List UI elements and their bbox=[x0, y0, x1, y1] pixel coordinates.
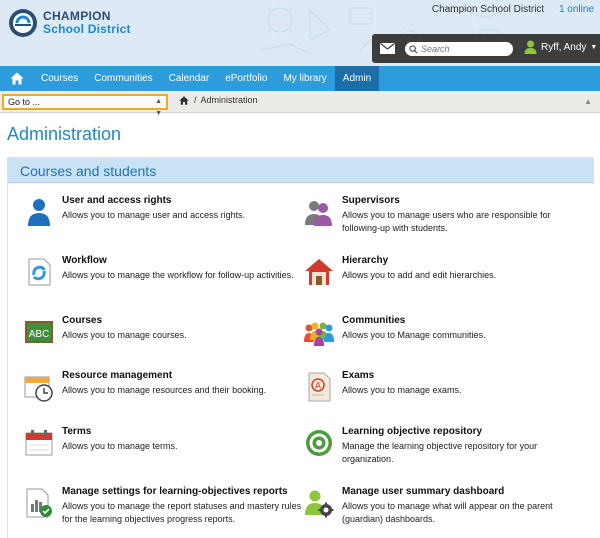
online-count-link[interactable]: 1 online bbox=[559, 4, 594, 15]
calendar-clock-icon bbox=[24, 376, 53, 402]
item-title: Resource management bbox=[62, 370, 173, 381]
exam-icon: A bbox=[308, 372, 331, 402]
top-right-info: Champion School District 1 online bbox=[432, 4, 594, 15]
item-title: Learning objective repository bbox=[342, 426, 483, 437]
item-desc: Allows you to manage exams. bbox=[342, 385, 462, 395]
user-name: Ryff, Andy bbox=[541, 41, 587, 53]
workflow-icon bbox=[28, 258, 51, 286]
house-icon bbox=[305, 259, 333, 285]
nav-my-library[interactable]: My library bbox=[275, 66, 334, 91]
user-icon bbox=[524, 40, 537, 54]
home-icon bbox=[10, 72, 23, 85]
target-icon bbox=[306, 430, 332, 456]
goto-select[interactable]: Go to ... ▲ ▼ bbox=[2, 94, 168, 117]
user-menu[interactable]: Ryff, Andy ▼ bbox=[524, 40, 597, 54]
item-title: Terms bbox=[62, 426, 92, 437]
breadcrumb: / Administration bbox=[179, 95, 258, 105]
item-title: User and access rights bbox=[62, 195, 172, 206]
item-title: Courses bbox=[62, 315, 103, 326]
section-header: Courses and students bbox=[8, 158, 594, 183]
mail-icon[interactable] bbox=[380, 43, 395, 54]
item-title: Supervisors bbox=[342, 195, 400, 206]
item-desc: Manage the learning objective repository… bbox=[342, 441, 538, 464]
item-desc: Allows you to add and edit hierarchies. bbox=[342, 270, 497, 280]
item-title: Exams bbox=[342, 370, 375, 381]
logo[interactable]: CHAMPION School District bbox=[8, 8, 131, 38]
user-settings-icon bbox=[305, 490, 334, 518]
breadcrumb-bar: Go to ... ▲ ▼ / Administration ▲ bbox=[0, 91, 600, 117]
report-chart-icon bbox=[26, 488, 52, 518]
logo-line-2: School District bbox=[43, 22, 131, 36]
calendar-icon bbox=[25, 430, 53, 456]
district-link[interactable]: Champion School District bbox=[432, 4, 544, 15]
svg-text:A: A bbox=[315, 381, 321, 391]
search-icon bbox=[409, 44, 418, 54]
goto-select-value: Go to ... bbox=[8, 97, 41, 107]
page-title: Administration bbox=[7, 124, 122, 144]
item-title: Workflow bbox=[62, 255, 107, 266]
nav-home[interactable] bbox=[0, 66, 33, 91]
main-nav: Courses Communities Calendar ePortfolio … bbox=[0, 66, 600, 91]
item-desc: Allows you to manage the report statuses… bbox=[62, 501, 302, 524]
select-arrows-icon: ▲ ▼ bbox=[155, 98, 162, 117]
section-body: User and access rights Allows you to man… bbox=[8, 184, 594, 538]
collapse-arrow-icon[interactable]: ▲ bbox=[584, 97, 592, 106]
logo-mark-icon bbox=[9, 9, 37, 37]
header: CHAMPION School District Champion School… bbox=[0, 0, 600, 66]
user-icon bbox=[28, 199, 50, 226]
supervisors-icon bbox=[305, 201, 332, 226]
section-title: Courses and students bbox=[20, 163, 157, 179]
item-desc: Allows you to manage user and access rig… bbox=[62, 210, 246, 220]
nav-admin[interactable]: Admin bbox=[334, 66, 380, 91]
community-icon bbox=[304, 322, 334, 346]
home-icon[interactable] bbox=[179, 95, 189, 105]
item-title: Manage settings for learning-objectives … bbox=[62, 486, 288, 497]
item-title: Manage user summary dashboard bbox=[342, 486, 505, 497]
item-desc: Allows you to manage resources and their… bbox=[62, 385, 267, 395]
item-desc: Allows you to manage what will appear on… bbox=[342, 501, 553, 524]
item-title: Communities bbox=[342, 315, 406, 326]
courses-and-students-section: Courses and students User and access rig… bbox=[7, 157, 594, 538]
nav-communities[interactable]: Communities bbox=[86, 66, 160, 91]
breadcrumb-separator: / bbox=[194, 95, 197, 105]
item-desc: Allows you to manage courses. bbox=[62, 330, 187, 340]
item-desc: Allows you to manage terms. bbox=[62, 441, 178, 451]
nav-courses[interactable]: Courses bbox=[33, 66, 86, 91]
item-desc: Allows you to manage the workflow for fo… bbox=[62, 270, 294, 280]
item-desc: Allows you to manage users who are respo… bbox=[342, 210, 551, 233]
item-desc: Allows you to Manage communities. bbox=[342, 330, 486, 340]
abc-board-icon: ABC bbox=[25, 321, 53, 343]
svg-text:ABC: ABC bbox=[29, 329, 50, 340]
user-bar: Ryff, Andy ▼ bbox=[372, 34, 600, 63]
nav-eportfolio[interactable]: ePortfolio bbox=[217, 66, 275, 91]
item-title: Hierarchy bbox=[342, 255, 389, 266]
nav-calendar[interactable]: Calendar bbox=[161, 66, 218, 91]
search-input[interactable] bbox=[421, 44, 511, 54]
breadcrumb-current: Administration bbox=[200, 95, 258, 105]
search-box[interactable] bbox=[405, 42, 513, 56]
chevron-down-icon: ▼ bbox=[590, 43, 598, 51]
